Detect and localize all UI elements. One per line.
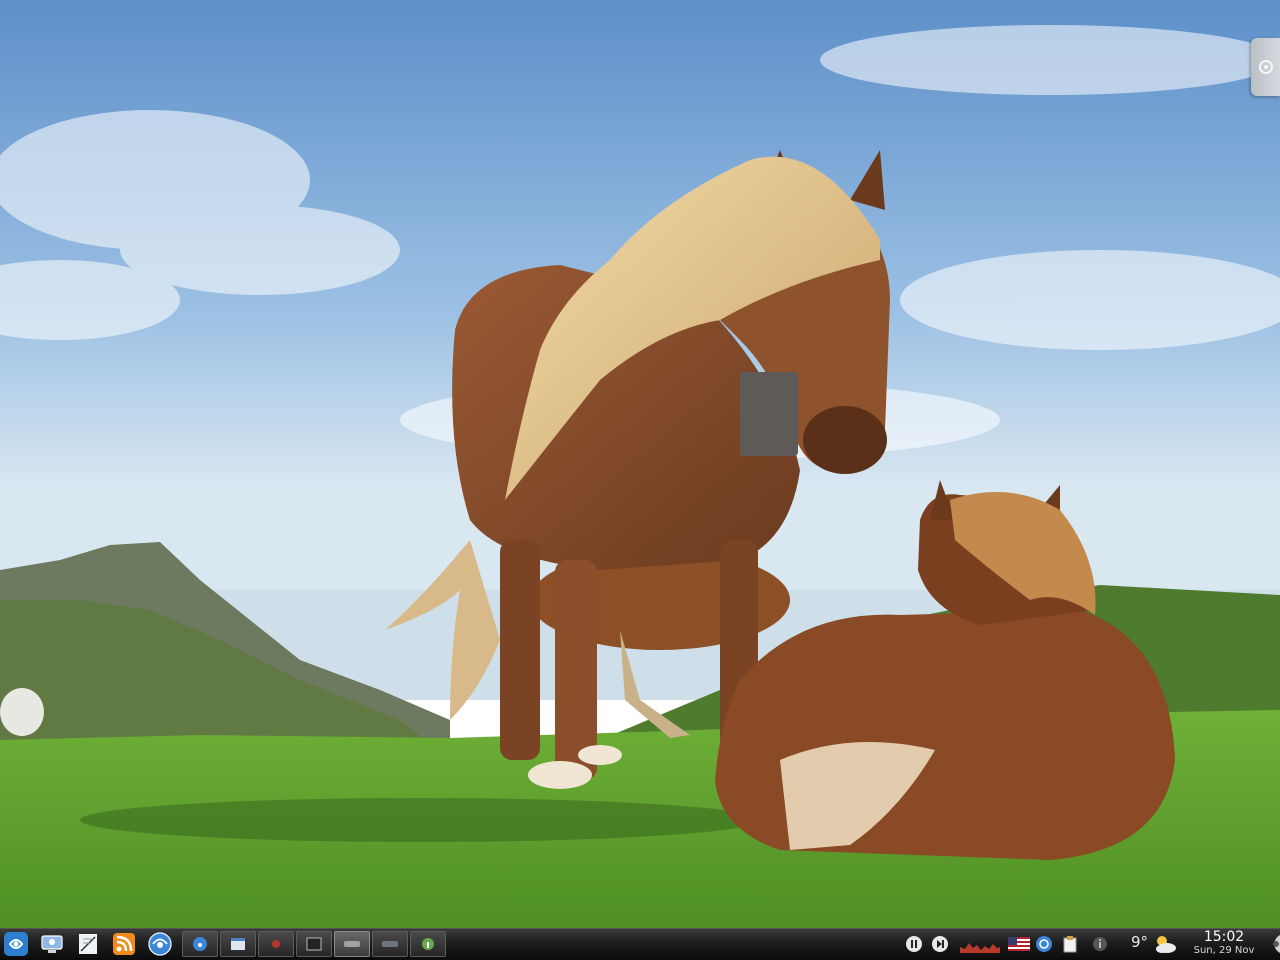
application-menu-icon[interactable] bbox=[1, 930, 31, 958]
horses-landscape-wallpaper bbox=[0, 0, 1280, 928]
web-browser-icon bbox=[193, 937, 207, 951]
clock-time[interactable]: 15:02 bbox=[1188, 929, 1260, 945]
pause-icon[interactable] bbox=[905, 935, 923, 953]
task-document-window[interactable] bbox=[220, 931, 256, 957]
task-manager bbox=[182, 931, 446, 958]
us-flag-keyboard-layout-icon[interactable] bbox=[1008, 935, 1030, 953]
task-terminal-window[interactable] bbox=[296, 931, 332, 957]
system-monitor-graph[interactable] bbox=[960, 935, 1000, 953]
info-window-icon bbox=[422, 938, 434, 950]
weather-icon[interactable] bbox=[1152, 933, 1178, 955]
system-settings-icon[interactable] bbox=[37, 930, 67, 958]
task-media-window[interactable] bbox=[258, 931, 294, 957]
taskbar-panel: 9° 15:02 Sun, 29 Nov bbox=[0, 928, 1280, 960]
panel-toolbox-icon[interactable] bbox=[1262, 933, 1280, 955]
desktop-toolbox-button[interactable] bbox=[1251, 38, 1280, 96]
task-blank-window[interactable] bbox=[372, 931, 408, 957]
task-browser-window[interactable] bbox=[182, 931, 218, 957]
media-window-icon bbox=[272, 940, 280, 948]
toolbox-icon bbox=[1258, 60, 1273, 74]
terminal-window-icon bbox=[306, 937, 322, 951]
clipboard-icon[interactable] bbox=[1061, 935, 1079, 953]
desktop[interactable]: 9° 15:02 Sun, 29 Nov bbox=[0, 0, 1280, 960]
weather-temperature[interactable]: 9° bbox=[1131, 933, 1148, 951]
rss-feed-icon[interactable] bbox=[109, 930, 139, 958]
dialog-window-icon bbox=[344, 941, 360, 947]
notes-icon[interactable] bbox=[73, 930, 103, 958]
web-browser-icon[interactable] bbox=[145, 930, 175, 958]
blank-window-icon bbox=[382, 941, 398, 947]
next-track-icon[interactable] bbox=[931, 935, 949, 953]
clock-date[interactable]: Sun, 29 Nov bbox=[1188, 945, 1260, 956]
network-icon[interactable] bbox=[1035, 935, 1053, 953]
info-icon[interactable] bbox=[1091, 935, 1109, 953]
document-window-icon bbox=[231, 938, 245, 950]
task-info-window[interactable] bbox=[410, 931, 446, 957]
task-dialog-window[interactable] bbox=[334, 931, 370, 957]
